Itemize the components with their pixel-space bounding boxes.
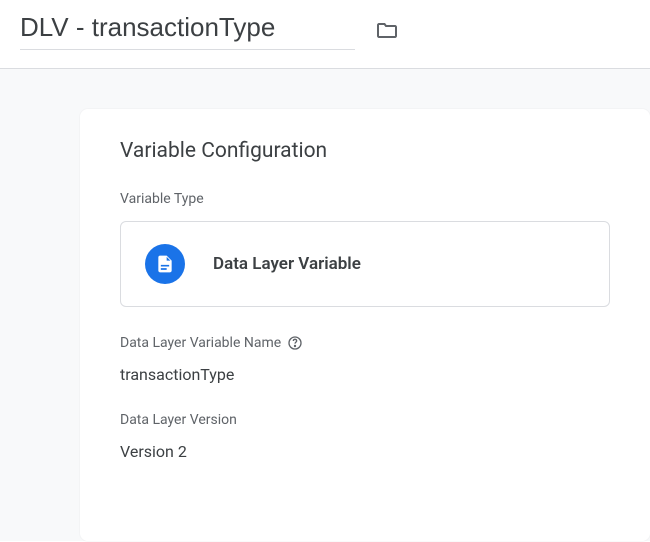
data-layer-version-label: Data Layer Version bbox=[120, 412, 610, 428]
page-header bbox=[0, 0, 650, 68]
help-icon[interactable] bbox=[287, 335, 303, 351]
variable-name-value: transactionType bbox=[120, 365, 610, 384]
variable-title-input[interactable] bbox=[20, 10, 355, 50]
data-layer-icon bbox=[145, 244, 185, 284]
content-area: Variable Configuration Variable Type Dat… bbox=[0, 69, 650, 541]
variable-type-name: Data Layer Variable bbox=[213, 254, 361, 274]
variable-type-label: Variable Type bbox=[120, 191, 610, 207]
variable-type-selector[interactable]: Data Layer Variable bbox=[120, 221, 610, 307]
section-heading: Variable Configuration bbox=[120, 139, 610, 163]
data-layer-version-value: Version 2 bbox=[120, 442, 610, 461]
variable-name-label-text: Data Layer Variable Name bbox=[120, 335, 281, 351]
variable-name-label: Data Layer Variable Name bbox=[120, 335, 610, 351]
config-card: Variable Configuration Variable Type Dat… bbox=[80, 109, 650, 541]
folder-icon[interactable] bbox=[375, 18, 399, 42]
